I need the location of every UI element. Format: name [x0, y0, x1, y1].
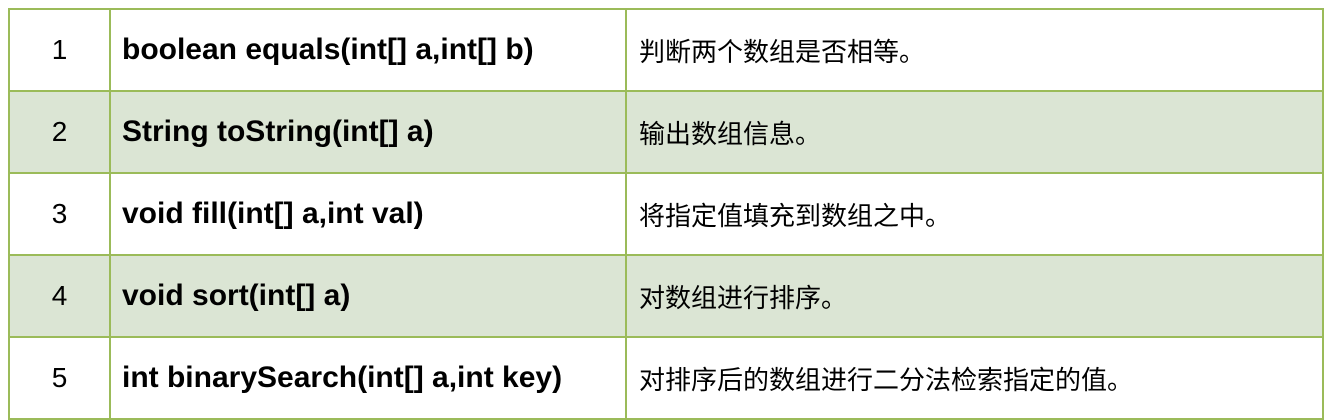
row-number: 1: [8, 8, 111, 92]
table-row: 1 boolean equals(int[] a,int[] b) 判断两个数组…: [8, 8, 1324, 92]
method-signature: void sort(int[] a): [109, 254, 627, 338]
method-signature: int binarySearch(int[] a,int key): [109, 336, 627, 420]
row-number: 3: [8, 172, 111, 256]
method-signature: String toString(int[] a): [109, 90, 627, 174]
method-description: 判断两个数组是否相等。: [625, 8, 1324, 92]
arrays-methods-table: 1 boolean equals(int[] a,int[] b) 判断两个数组…: [8, 8, 1324, 420]
arrays-methods-table-container: 1 boolean equals(int[] a,int[] b) 判断两个数组…: [8, 8, 1324, 420]
table-row: 5 int binarySearch(int[] a,int key) 对排序后…: [8, 336, 1324, 420]
method-signature: boolean equals(int[] a,int[] b): [109, 8, 627, 92]
table-row: 3 void fill(int[] a,int val) 将指定值填充到数组之中…: [8, 172, 1324, 256]
method-description: 将指定值填充到数组之中。: [625, 172, 1324, 256]
table-row: 4 void sort(int[] a) 对数组进行排序。: [8, 254, 1324, 338]
row-number: 2: [8, 90, 111, 174]
table-row: 2 String toString(int[] a) 输出数组信息。: [8, 90, 1324, 174]
row-number: 5: [8, 336, 111, 420]
method-description: 对数组进行排序。: [625, 254, 1324, 338]
row-number: 4: [8, 254, 111, 338]
method-description: 输出数组信息。: [625, 90, 1324, 174]
method-description: 对排序后的数组进行二分法检索指定的值。: [625, 336, 1324, 420]
method-signature: void fill(int[] a,int val): [109, 172, 627, 256]
